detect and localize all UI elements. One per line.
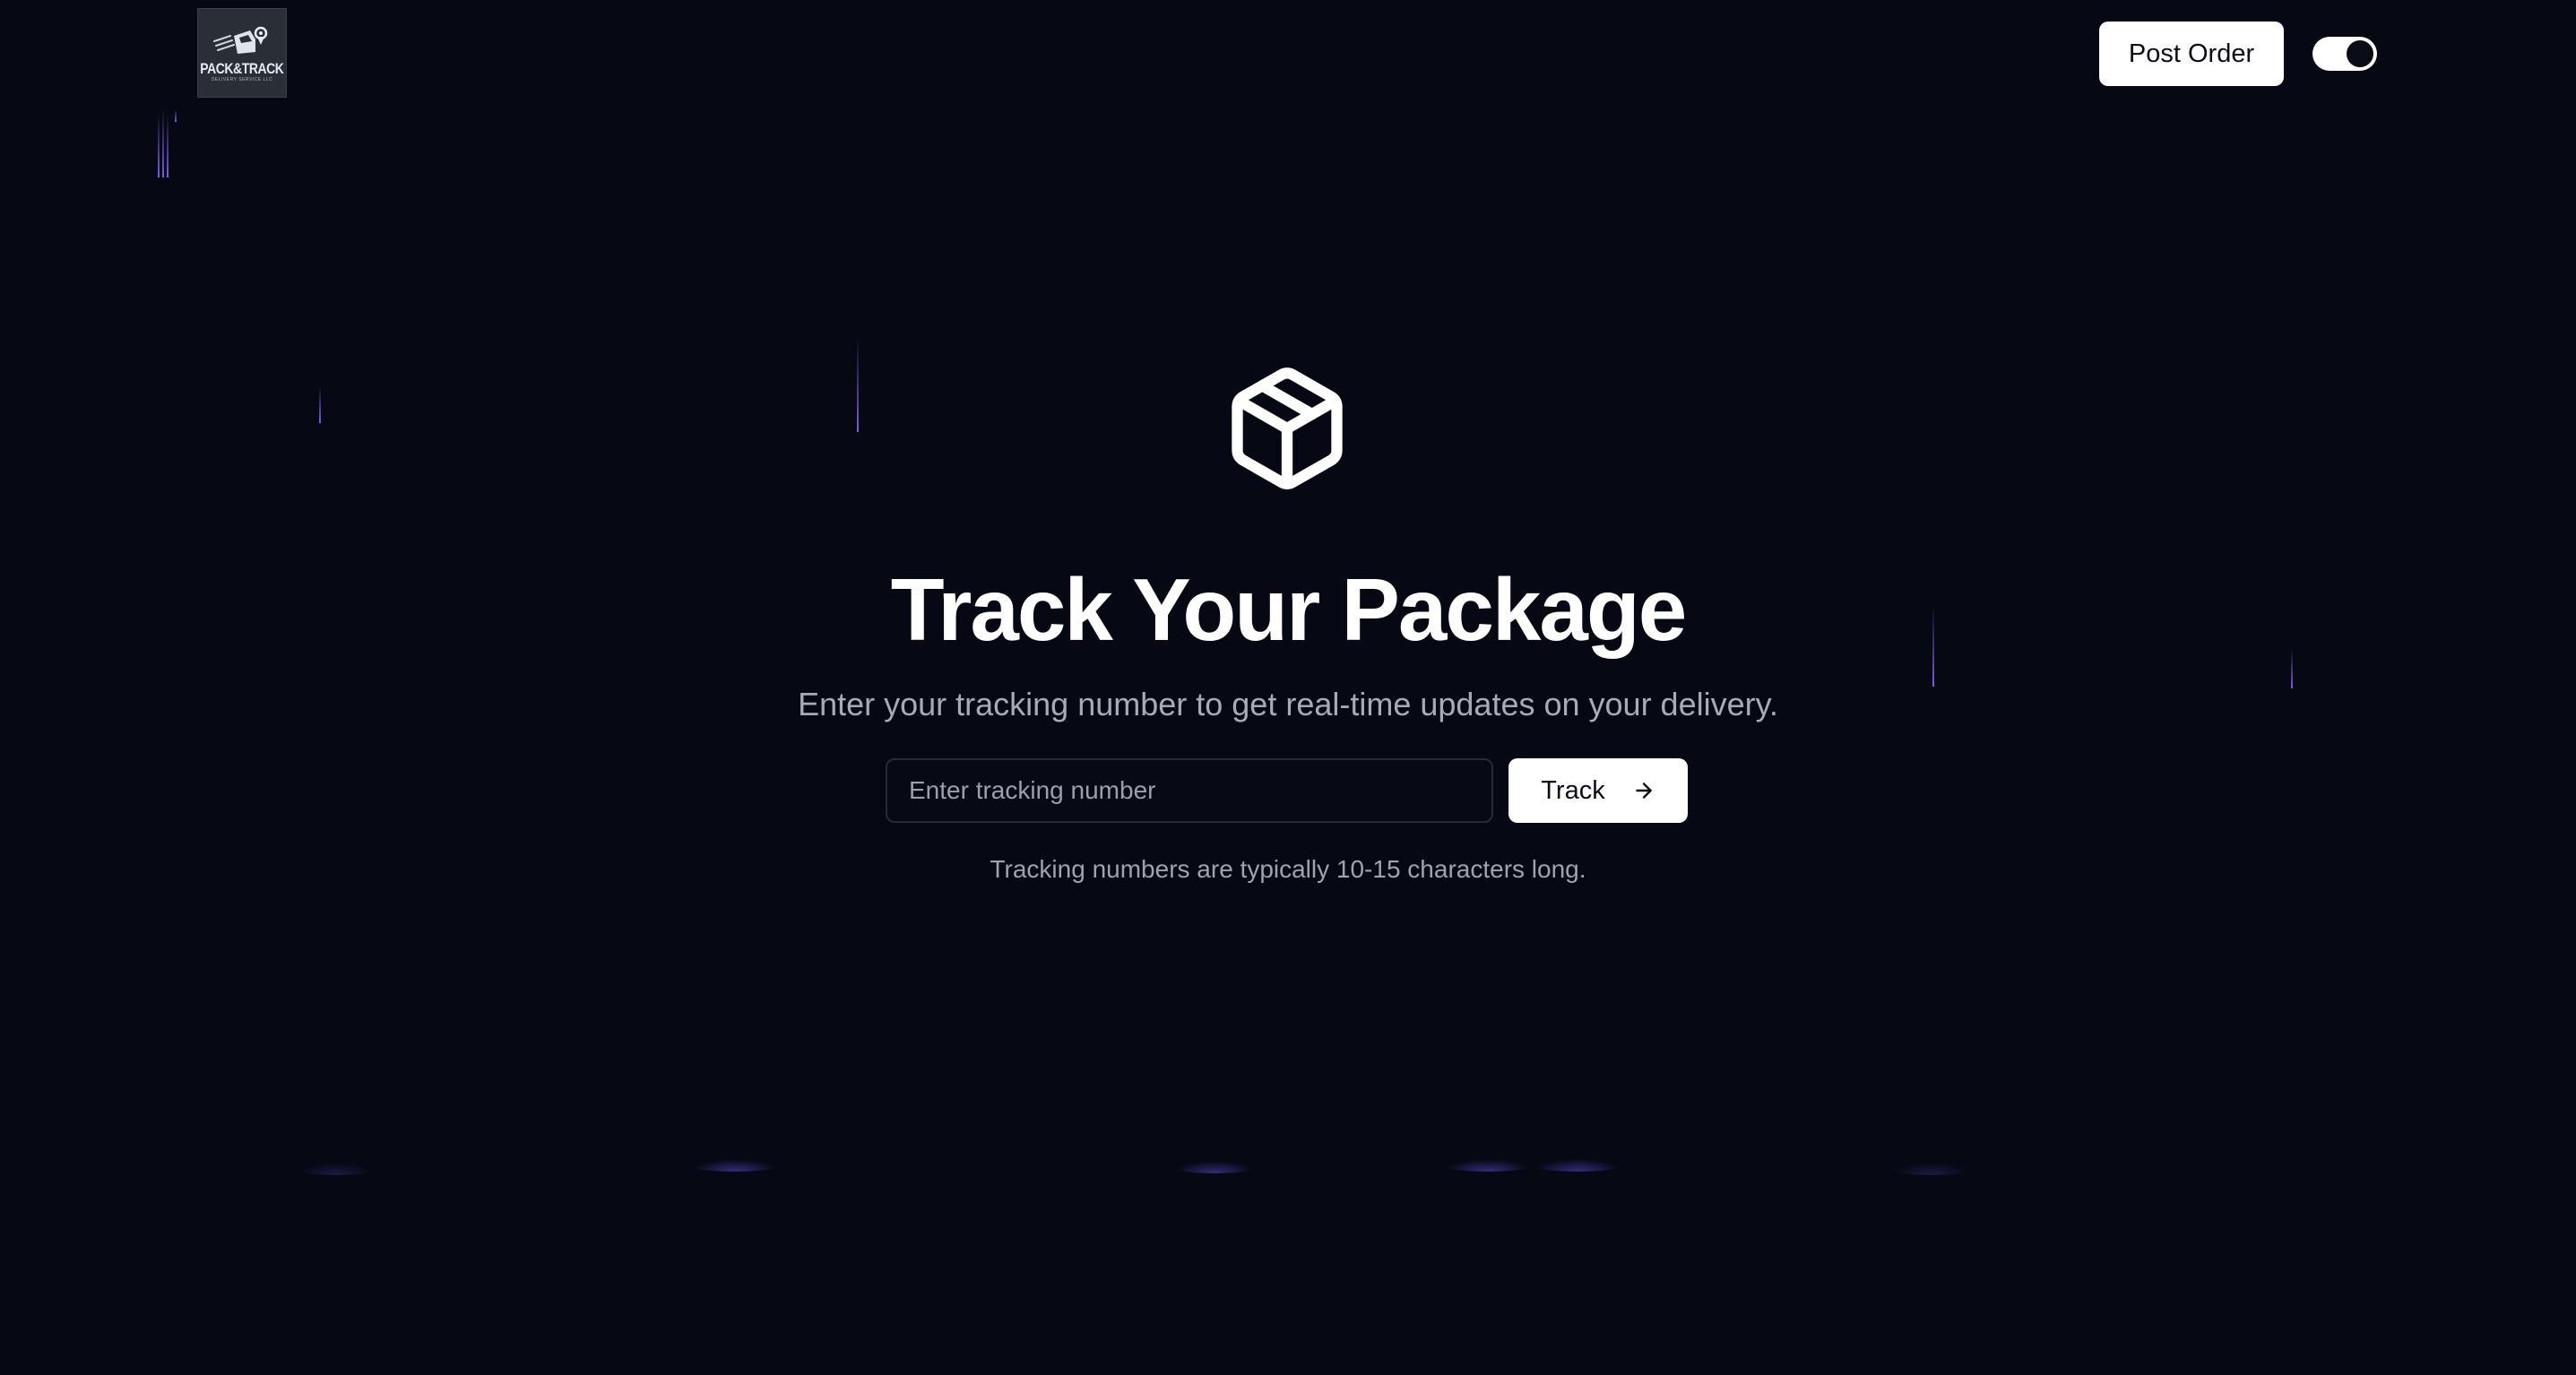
meteor-streak bbox=[167, 113, 169, 177]
tracking-number-input[interactable] bbox=[886, 758, 1493, 823]
page-subtitle: Enter your tracking number to get real-t… bbox=[798, 686, 1778, 722]
toggle-knob bbox=[2347, 40, 2373, 67]
theme-toggle[interactable] bbox=[2312, 37, 2377, 71]
meteor-glow bbox=[690, 1159, 780, 1172]
brand-logo[interactable]: PACK&TRACK DELIVERY SERVICE LLC bbox=[197, 8, 287, 98]
meteor-glow bbox=[1891, 1163, 1972, 1175]
delivery-truck-icon bbox=[213, 26, 268, 54]
meteor-glow bbox=[1443, 1159, 1533, 1172]
meteor-glow bbox=[296, 1163, 376, 1175]
logo-tagline: DELIVERY SERVICE LLC bbox=[211, 77, 273, 82]
meteor-glow bbox=[1533, 1159, 1622, 1172]
post-order-button[interactable]: Post Order bbox=[2099, 22, 2284, 86]
meteor-streak bbox=[175, 109, 177, 122]
meteor-streak bbox=[162, 108, 164, 177]
tracking-hint: Tracking numbers are typically 10-15 cha… bbox=[990, 855, 1586, 883]
page-title: Track Your Package bbox=[890, 560, 1687, 659]
tracking-form: Track bbox=[886, 758, 1689, 823]
package-icon bbox=[1232, 368, 1343, 489]
track-button-label: Track bbox=[1541, 775, 1605, 805]
arrow-right-icon bbox=[1635, 783, 1652, 799]
meteor-streak bbox=[158, 113, 160, 177]
meteor-glow bbox=[1174, 1161, 1255, 1173]
meteor-streak bbox=[857, 337, 859, 432]
meteor-streak bbox=[319, 385, 321, 423]
logo-wordmark: PACK&TRACK bbox=[200, 60, 284, 77]
page: PACK&TRACK DELIVERY SERVICE LLC Post Ord… bbox=[0, 0, 2576, 1375]
track-button[interactable]: Track bbox=[1508, 758, 1688, 823]
